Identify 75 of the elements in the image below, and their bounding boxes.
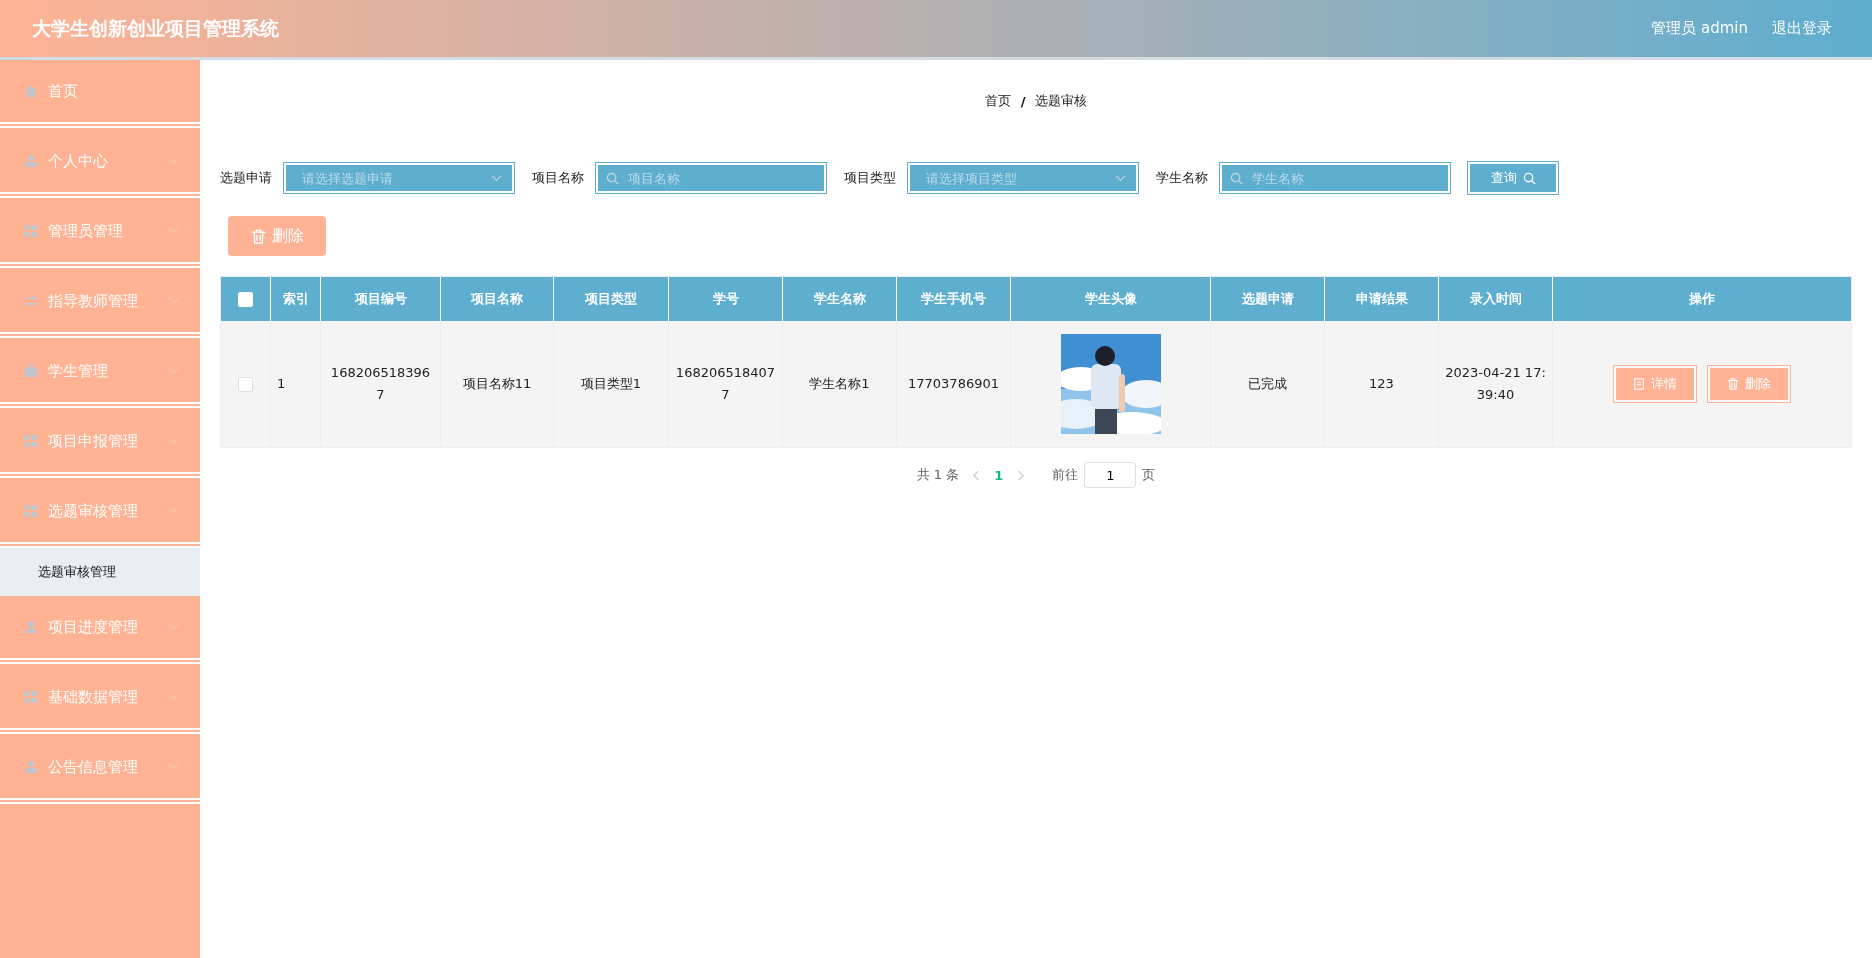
table-cell: 已完成 bbox=[1211, 321, 1325, 447]
grid-icon bbox=[24, 690, 38, 704]
chevron-icon bbox=[168, 763, 180, 771]
grid-icon bbox=[24, 504, 38, 518]
search-field[interactable]: 学生名称 bbox=[1220, 163, 1450, 193]
filter-label: 项目类型 bbox=[844, 169, 896, 187]
stamp-icon bbox=[24, 620, 38, 634]
menu-item[interactable]: 管理员管理 bbox=[0, 200, 200, 268]
column-header: 操作 bbox=[1688, 290, 1716, 308]
app-title: 大学生创新创业项目管理系统 bbox=[32, 15, 279, 41]
filter-label: 项目名称 bbox=[532, 169, 584, 187]
home-icon bbox=[24, 84, 38, 98]
next-page-icon[interactable] bbox=[1017, 469, 1025, 481]
submenu-item[interactable]: 选题审核管理 bbox=[0, 548, 200, 596]
menu-item[interactable]: 基础数据管理 bbox=[0, 666, 200, 734]
menu-item[interactable]: 项目进度管理 bbox=[0, 596, 200, 664]
delete-button[interactable]: 删除 bbox=[1708, 366, 1790, 402]
select-field[interactable]: 请选择选题申请 bbox=[284, 163, 514, 193]
chevron-icon bbox=[168, 367, 180, 375]
menu-item[interactable]: 学生管理 bbox=[0, 340, 200, 408]
row-checkbox[interactable] bbox=[238, 376, 253, 392]
search-field[interactable]: 项目名称 bbox=[596, 163, 826, 193]
user-icon bbox=[24, 760, 38, 774]
chevron-icon bbox=[168, 507, 180, 515]
sliders-icon bbox=[24, 294, 38, 308]
delete-button[interactable]: 删除 bbox=[228, 216, 326, 256]
table-cell: 项目类型1 bbox=[554, 321, 669, 447]
chevron-icon bbox=[168, 437, 180, 445]
search-icon bbox=[1522, 171, 1536, 185]
menu-item[interactable]: 公告信息管理 bbox=[0, 736, 200, 804]
trash-icon bbox=[1727, 378, 1739, 390]
chevron-icon bbox=[168, 693, 180, 701]
chevron-icon bbox=[168, 227, 180, 235]
chevron-icon bbox=[168, 623, 180, 631]
logout-link[interactable]: 退出登录 bbox=[1772, 19, 1832, 38]
dropdown-icon bbox=[1115, 175, 1126, 182]
page-input[interactable]: 1 bbox=[1084, 462, 1137, 488]
breadcrumb-link[interactable]: 首页 bbox=[984, 92, 1011, 110]
search-icon bbox=[1230, 172, 1243, 185]
total-count: 共 1 条 bbox=[916, 466, 960, 484]
search-button[interactable]: 查询 bbox=[1468, 162, 1558, 194]
document-icon bbox=[1633, 378, 1645, 390]
table-cell: 学生名称1 bbox=[783, 321, 897, 447]
menu-item[interactable]: 首页 bbox=[0, 60, 200, 128]
table-cell: 17703786901 bbox=[897, 321, 1011, 447]
table-cell: 项目名称11 bbox=[441, 321, 554, 447]
goto-label: 前往 bbox=[1052, 466, 1079, 484]
grid-icon bbox=[24, 434, 38, 448]
filter-label: 学生名称 bbox=[1156, 169, 1208, 187]
menu-item[interactable]: 指导教师管理 bbox=[0, 270, 200, 338]
dropdown-icon bbox=[491, 175, 502, 182]
trash-icon bbox=[250, 228, 266, 244]
chevron-icon bbox=[168, 297, 180, 305]
briefcase-icon bbox=[24, 364, 38, 378]
table-cell: 1682065183967 bbox=[321, 321, 441, 447]
table-cell: 1 bbox=[271, 321, 321, 447]
previous-page-icon[interactable] bbox=[973, 469, 981, 481]
details-button[interactable]: 详情 bbox=[1614, 366, 1696, 402]
menu-item[interactable]: 个人中心 bbox=[0, 130, 200, 198]
grid-icon bbox=[24, 224, 38, 238]
user-icon bbox=[24, 154, 38, 168]
table-cell: 123 bbox=[1325, 321, 1439, 447]
breadcrumb-current: 选题审核 bbox=[1035, 92, 1088, 110]
page-number[interactable]: 1 bbox=[994, 467, 1004, 483]
chevron-icon bbox=[168, 157, 180, 165]
filter-label: 选题申请 bbox=[220, 169, 272, 187]
page-suffix: 页 bbox=[1142, 466, 1156, 484]
select-field[interactable]: 请选择项目类型 bbox=[908, 163, 1138, 193]
search-icon bbox=[606, 172, 619, 185]
user-label: 管理员 admin bbox=[1651, 19, 1748, 38]
table-cell: 2023-04-21 17:39:40 bbox=[1439, 321, 1553, 447]
table-cell: 1682065184077 bbox=[669, 321, 783, 447]
menu-item[interactable]: 项目申报管理 bbox=[0, 410, 200, 478]
select-all-checkbox[interactable] bbox=[238, 291, 253, 307]
breadcrumb-separator: / bbox=[1020, 93, 1026, 109]
